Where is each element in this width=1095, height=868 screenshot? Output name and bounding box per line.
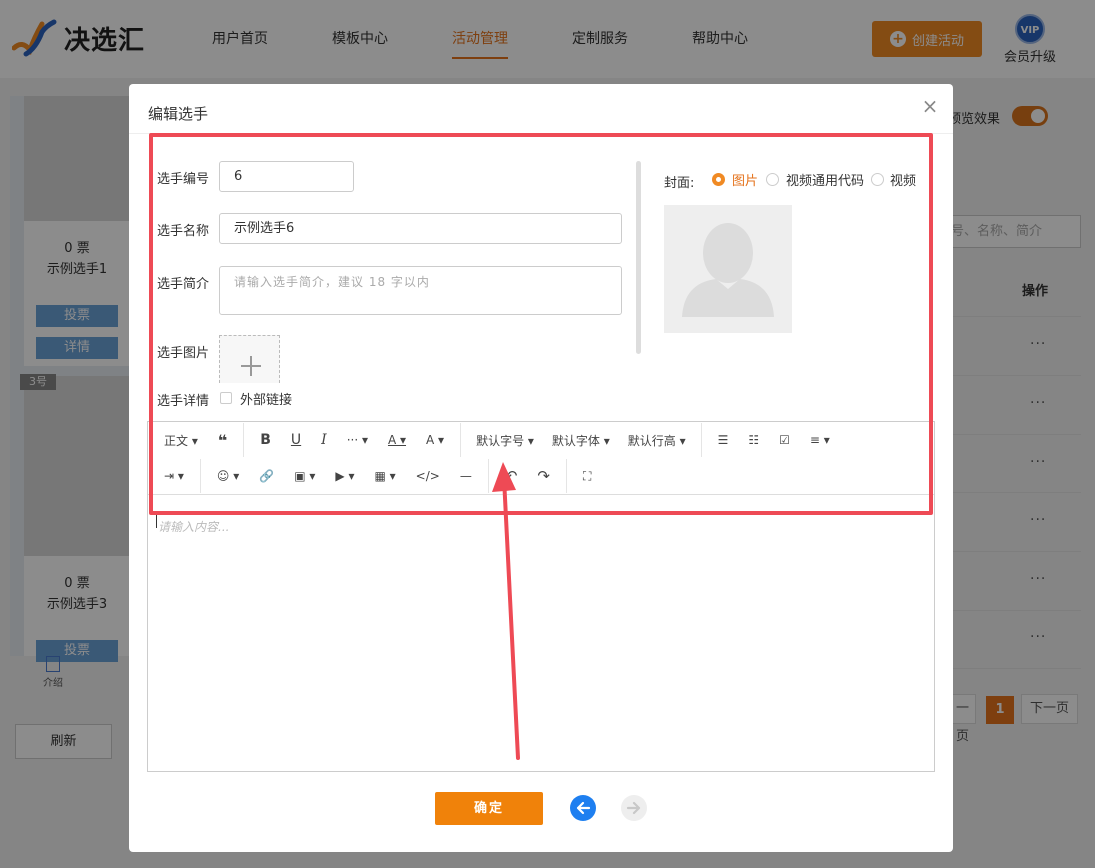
bulleted-list-icon[interactable]: ☰ [708, 433, 739, 447]
table-dropdown-icon[interactable]: ▦ ▾ [364, 469, 405, 483]
cover-radio-image[interactable] [712, 173, 725, 186]
number-input[interactable]: 6 [219, 161, 354, 192]
emoji-dropdown-icon[interactable]: ☺ ▾ [207, 469, 249, 483]
link-icon[interactable]: 🔗 [249, 469, 284, 483]
editor-toolbar-row-2: ⇥ ▾ ☺ ▾ 🔗 ▣ ▾ ▶ ▾ ▦ ▾ </> — ↶ ↷ ⛶ [154, 458, 601, 494]
image-dropdown-icon[interactable]: ▣ ▾ [284, 469, 325, 483]
editor-toolbar-row-1: 正文 ▾ ❝ B U I ··· ▾ A ▾ A ▾ 默认字号 ▾ 默认字体 ▾… [154, 422, 840, 458]
close-icon[interactable]: × [921, 96, 939, 116]
more-format-dropdown[interactable]: ··· ▾ [337, 433, 378, 447]
background-color-dropdown[interactable]: A ▾ [416, 433, 454, 447]
form-scrollbar[interactable] [636, 161, 641, 354]
cover-radio-video-code[interactable] [766, 173, 779, 186]
intro-textarea[interactable]: 请输入选手简介，建议 18 字以内 [219, 266, 622, 315]
paragraph-style-dropdown[interactable]: 正文 ▾ [154, 432, 208, 449]
toolbar-separator [700, 423, 702, 457]
underline-icon[interactable]: U [281, 432, 311, 448]
edit-contestant-modal: 编辑选手 × 选手编号 6 选手名称 示例选手6 选手简介 请输入选手简介，建议… [129, 84, 953, 852]
name-label: 选手名称 [157, 224, 210, 239]
cover-radio-video[interactable] [871, 173, 884, 186]
numbered-list-icon[interactable]: ☷ [738, 433, 769, 447]
cover-image-preview[interactable] [664, 205, 792, 333]
quote-icon[interactable]: ❝ [208, 431, 237, 450]
todo-list-icon[interactable]: ☑ [769, 433, 800, 447]
number-label: 选手编号 [157, 172, 210, 187]
toolbar-separator [243, 423, 245, 457]
cover-label: 封面: [664, 176, 695, 191]
align-dropdown-icon[interactable]: ≡ ▾ [800, 433, 840, 447]
redo-icon[interactable]: ↷ [527, 467, 560, 485]
divider-icon[interactable]: — [450, 469, 482, 483]
video-dropdown-icon[interactable]: ▶ ▾ [325, 469, 364, 483]
toolbar-separator [199, 459, 201, 493]
text-caret [156, 514, 157, 528]
font-size-dropdown[interactable]: 默认字号 ▾ [467, 432, 543, 449]
toolbar-separator [487, 459, 489, 493]
image-upload-button[interactable] [219, 335, 280, 383]
italic-icon[interactable]: I [311, 432, 337, 448]
person-placeholder-icon [682, 223, 774, 317]
modal-divider [129, 133, 953, 134]
indent-dropdown-icon[interactable]: ⇥ ▾ [154, 469, 194, 483]
cover-option-image[interactable]: 图片 [732, 170, 758, 189]
intro-label: 选手简介 [157, 277, 210, 292]
arrow-right-icon [626, 801, 641, 815]
name-input[interactable]: 示例选手6 [219, 213, 622, 244]
code-icon[interactable]: </> [406, 469, 450, 483]
toolbar-separator [460, 423, 462, 457]
font-family-dropdown[interactable]: 默认字体 ▾ [543, 432, 619, 449]
bold-icon[interactable]: B [250, 432, 281, 448]
toolbar-separator [565, 459, 567, 493]
external-link-label: 外部链接 [240, 393, 293, 408]
cover-option-video-code[interactable]: 视频通用代码 [786, 170, 864, 189]
image-label: 选手图片 [157, 346, 210, 361]
fullscreen-icon[interactable]: ⛶ [573, 469, 601, 484]
editor-content-area[interactable]: 请输入内容... [158, 518, 229, 535]
line-height-dropdown[interactable]: 默认行高 ▾ [619, 432, 695, 449]
confirm-button[interactable]: 确定 [435, 792, 543, 825]
previous-contestant-button[interactable] [570, 795, 596, 821]
rich-text-editor: 正文 ▾ ❝ B U I ··· ▾ A ▾ A ▾ 默认字号 ▾ 默认字体 ▾… [147, 421, 935, 772]
undo-icon[interactable]: ↶ [495, 467, 528, 485]
external-link-checkbox[interactable] [220, 392, 232, 404]
cover-option-video[interactable]: 视频 [890, 170, 916, 189]
next-contestant-button[interactable] [621, 795, 647, 821]
detail-label: 选手详情 [157, 394, 210, 409]
toolbar-divider [148, 494, 934, 495]
modal-title: 编辑选手 [148, 105, 209, 123]
arrow-left-icon [576, 801, 591, 815]
font-color-dropdown[interactable]: A ▾ [378, 433, 416, 447]
